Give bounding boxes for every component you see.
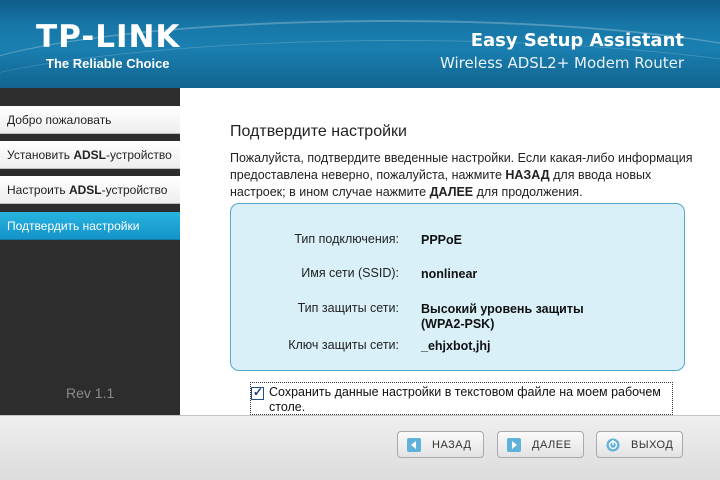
sidebar-item-label-bold: ADSL [73,148,106,162]
revision-label: Rev 1.1 [66,385,115,401]
device-model: Wireless ADSL2+ Modem Router [439,54,684,72]
wizard-steps-sidebar: Добро пожаловать Установить ADSL-устройс… [0,88,180,415]
security-type-value-line2: (WPA2-PSK) [421,317,495,331]
connection-type-label: Тип подключения: [294,232,399,246]
save-settings-option[interactable]: ✓ Сохранить данные настройки в текстовом… [250,382,673,415]
sidebar-item-label: Настроить [7,183,69,197]
app-title: Easy Setup Assistant [470,30,684,51]
instructions-text: Пожалуйста, подтвердите введенные настро… [230,150,700,201]
exit-button[interactable]: ВЫХОД [596,431,683,458]
sidebar-item-confirm-settings[interactable]: Подтвердить настройки [0,212,180,240]
save-settings-label[interactable]: Сохранить данные настройки в текстовом ф… [269,385,674,415]
back-button[interactable]: НАЗАД [397,431,484,458]
sidebar-item-welcome[interactable]: Добро пожаловать [0,106,180,134]
sidebar-item-configure-adsl[interactable]: Настроить ADSL-устройство [0,176,180,204]
instructions-part-3: для продолжения. [473,185,583,199]
arrow-right-icon [507,438,521,452]
header-banner: TP-LINK The Reliable Choice Easy Setup A… [0,0,720,88]
ssid-label: Имя сети (SSID): [301,266,399,280]
sidebar-item-install-adsl[interactable]: Установить ADSL-устройство [0,141,180,169]
sidebar-item-label-suffix: -устройство [101,183,168,197]
instructions-next-keyword: ДАЛЕЕ [429,185,474,199]
save-settings-checkbox[interactable]: ✓ [251,385,264,400]
sidebar-item-label: Подтвердить настройки [7,219,140,233]
sidebar-item-label-suffix: -устройство [106,148,172,162]
security-key-label: Ключ защиты сети: [288,338,399,352]
arrow-left-icon [407,438,421,452]
security-key-value: _ehjxbot,jhj [421,339,491,353]
sidebar-item-label: Добро пожаловать [7,113,112,127]
next-button-label: ДАЛЕЕ [532,439,572,451]
checkmark-icon: ✓ [253,385,264,399]
main-content: Подтвердите настройки Пожалуйста, подтве… [180,88,720,415]
security-type-value: Высокий уровень защиты (WPA2-PSK) [421,302,584,332]
ssid-value: nonlinear [421,267,478,281]
security-type-label: Тип защиты сети: [297,301,399,315]
page-title: Подтвердите настройки [230,123,407,140]
power-icon [606,438,620,452]
footer-bar: НАЗАД ДАЛЕЕ ВЫХОД [0,415,720,480]
settings-summary-panel: Тип подключения: PPPoE Имя сети (SSID): … [230,203,685,371]
sidebar-item-label: Установить [7,148,74,162]
connection-type-value: PPPoE [421,233,462,247]
brand-logo: TP-LINK [36,19,181,55]
instructions-back-keyword: НАЗАД [505,168,550,182]
exit-button-label: ВЫХОД [631,439,674,451]
next-button[interactable]: ДАЛЕЕ [497,431,584,458]
sidebar-item-label-bold: ADSL [68,183,102,197]
back-button-label: НАЗАД [432,439,472,451]
security-type-value-line1: Высокий уровень защиты [421,302,584,316]
brand-tagline: The Reliable Choice [46,56,170,71]
